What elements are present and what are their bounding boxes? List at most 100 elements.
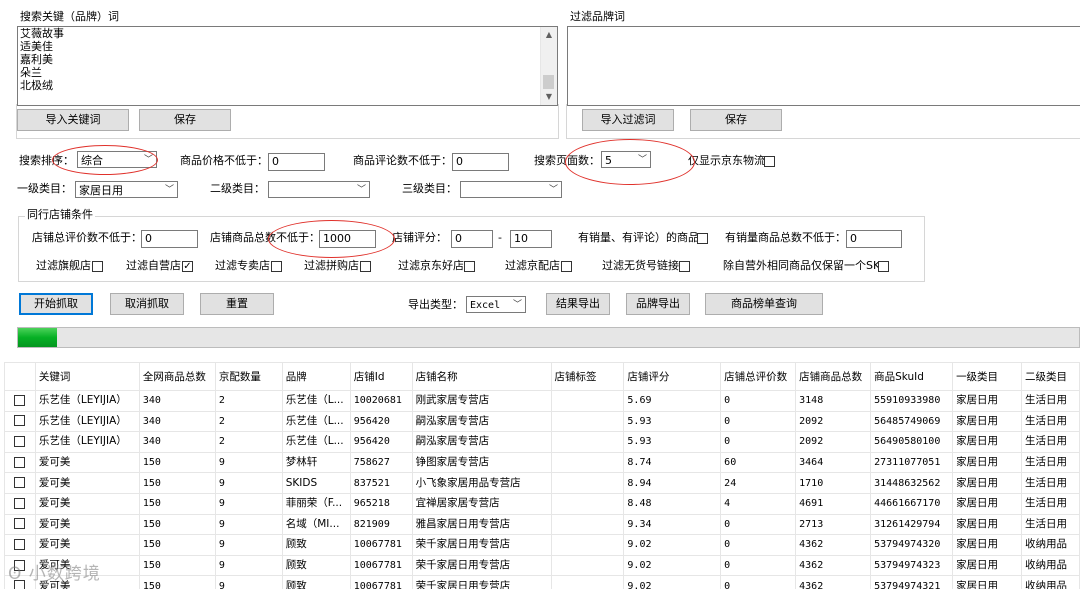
export-type-select[interactable]: Excel ﹀ <box>466 296 526 313</box>
table-row[interactable]: 爱可美 150 9 菲丽荣（F... 965218 宜禅居家居专营店 8.48 4 4691 44… <box>4 492 1080 515</box>
table-cell: 名域（MI... <box>281 513 351 536</box>
table-row[interactable]: 爱可美 150 9 顾致 10067781 荣千家居日用专营店 9.02 0 4362 53794… <box>4 534 1080 556</box>
table-row[interactable]: 爱可美 150 9 顾致 10067781 荣千家居日用专营店 9.02 0 4362 53794… <box>4 554 1080 577</box>
filter-no-sku-checkbox[interactable] <box>679 261 690 272</box>
save-filter-words-button[interactable]: 保存 <box>690 109 782 131</box>
keyword-list-item[interactable]: 艾薇故事 <box>18 27 557 40</box>
import-keywords-button[interactable]: 导入关键词 <box>17 109 129 131</box>
table-row[interactable]: 乐艺佳（LEYIJIA） 340 2 乐艺佳（L... 956420 嗣泓家居专营店 5.9… <box>4 410 1080 433</box>
row-checkbox[interactable] <box>14 435 26 447</box>
start-crawl-button[interactable]: 开始抓取 <box>19 293 93 315</box>
export-type-label: 导出类型： <box>408 298 463 311</box>
results-grid[interactable]: 关键词 全网商品总数 京配数量 品牌 店铺Id 店铺名称 店铺标签 店铺评分 店铺总评价数 店铺商… <box>4 362 1080 589</box>
column-header[interactable]: 商品SkuId <box>870 362 954 391</box>
table-cell: 4362 <box>795 554 872 577</box>
row-checkbox[interactable] <box>14 415 26 427</box>
filter-jd-delivery-checkbox[interactable] <box>561 261 572 272</box>
export-brands-button[interactable]: 品牌导出 <box>626 293 690 315</box>
row-select-cell <box>4 534 36 556</box>
column-header[interactable]: 品牌 <box>281 362 351 391</box>
filter-jd-good-shop-checkbox[interactable] <box>464 261 475 272</box>
table-cell: 150 <box>138 534 216 556</box>
chevron-down-icon: ﹀ <box>164 185 174 195</box>
table-cell: 0 <box>720 431 797 453</box>
keep-one-sku-checkbox[interactable] <box>878 261 889 272</box>
keyword-list-item[interactable]: 北极绒 <box>18 79 557 92</box>
has-sales-checkbox[interactable] <box>697 233 708 244</box>
column-header[interactable]: 店铺标签 <box>550 362 625 391</box>
keywords-listbox[interactable]: 艾薇故事 适美佳 嘉利美 朵兰 北极绒 ▲ ▼ <box>17 26 558 106</box>
table-cell: 4691 <box>795 492 872 515</box>
save-keywords-button[interactable]: 保存 <box>139 109 231 131</box>
reset-button[interactable]: 重置 <box>200 293 274 315</box>
keywords-scrollbar[interactable]: ▲ ▼ <box>540 27 557 105</box>
scroll-thumb[interactable] <box>543 75 554 89</box>
row-checkbox[interactable] <box>14 477 26 489</box>
column-header[interactable]: 一级类目 <box>952 362 1022 391</box>
product-list-query-button[interactable]: 商品榜单查询 <box>705 293 823 315</box>
filter-group-buy-checkbox[interactable] <box>360 261 371 272</box>
table-row[interactable]: 爱可美 150 9 顾致 10067781 荣千家居日用专营店 9.02 0 4362 53794… <box>4 575 1080 589</box>
row-checkbox[interactable] <box>14 518 26 530</box>
column-header[interactable]: 全网商品总数 <box>138 362 216 391</box>
level1-category-select[interactable]: 家居日用 ﹀ <box>75 181 178 198</box>
table-cell: 生活日用 <box>1020 472 1080 494</box>
row-checkbox[interactable] <box>14 497 26 509</box>
table-cell: 0 <box>720 513 797 536</box>
min-price-input[interactable]: 0 <box>268 153 325 171</box>
column-header[interactable]: 关键词 <box>34 362 140 391</box>
shop-score-min-input[interactable]: 0 <box>451 230 493 248</box>
shop-total-reviews-input[interactable]: 0 <box>141 230 198 248</box>
table-cell: SKIDS <box>281 472 351 494</box>
export-results-button[interactable]: 结果导出 <box>546 293 610 315</box>
scroll-down-icon[interactable]: ▼ <box>541 89 557 105</box>
column-header[interactable]: 店铺名称 <box>411 362 552 391</box>
watermark-logo-icon: ʘ <box>8 564 29 584</box>
column-header[interactable]: 店铺总评价数 <box>720 362 797 391</box>
table-row[interactable]: 乐艺佳（LEYIJIA） 340 2 乐艺佳（L... 956420 嗣泓家居专营店 5.9… <box>4 431 1080 453</box>
level2-category-select[interactable]: ﹀ <box>268 181 370 198</box>
table-cell: 生活日用 <box>1020 492 1080 515</box>
table-cell: 爱可美 <box>34 472 140 494</box>
table-cell: 小飞象家居用品专营店 <box>411 472 552 494</box>
table-cell: 家居日用 <box>952 554 1022 577</box>
shop-score-max-input[interactable]: 10 <box>510 230 552 248</box>
keyword-list-item[interactable]: 朵兰 <box>18 66 557 79</box>
keep-one-sku-label: 除自营外相同商品仅保留一个SKU <box>723 259 888 272</box>
column-header[interactable]: 店铺Id <box>349 362 413 391</box>
column-header[interactable]: 二级类目 <box>1020 362 1080 391</box>
table-row[interactable]: 爱可美 150 9 名域（MI... 821909 雅昌家居日用专营店 9.34 0 2713 3… <box>4 513 1080 536</box>
level3-category-select[interactable]: ﹀ <box>460 181 562 198</box>
table-row[interactable]: 爱可美 150 9 梦林轩 758627 铮图家居专营店 8.74 60 3464 2731107… <box>4 451 1080 474</box>
keyword-list-item[interactable]: 适美佳 <box>18 40 557 53</box>
column-header[interactable]: 店铺商品总数 <box>795 362 872 391</box>
import-filter-words-button[interactable]: 导入过滤词 <box>582 109 674 131</box>
scroll-up-icon[interactable]: ▲ <box>541 27 557 43</box>
highlight-sort-ellipse <box>52 145 158 175</box>
filter-self-operated-checkbox[interactable]: ✓ <box>182 261 193 272</box>
table-row[interactable]: 乐艺佳（LEYIJIA） 340 2 乐艺佳（L... 10020681 刚武家居专营店 5… <box>4 390 1080 412</box>
min-sales-products-input[interactable]: 0 <box>846 230 902 248</box>
table-row[interactable]: 爱可美 150 9 SKIDS 837521 小飞象家居用品专营店 8.94 24 1710 31… <box>4 472 1080 494</box>
cancel-crawl-button[interactable]: 取消抓取 <box>110 293 184 315</box>
table-cell: 生活日用 <box>1020 513 1080 536</box>
column-header[interactable]: 京配数量 <box>214 362 283 391</box>
row-checkbox[interactable] <box>14 394 26 406</box>
filter-brands-listbox[interactable] <box>567 26 1080 106</box>
filter-jd-good-shop-label: 过滤京东好店 <box>398 259 464 272</box>
table-cell: 生活日用 <box>1020 410 1080 433</box>
filter-flagship-checkbox[interactable] <box>92 261 103 272</box>
table-cell: 家居日用 <box>952 492 1022 515</box>
select-all-column-header[interactable] <box>4 362 36 391</box>
keyword-list-item[interactable]: 嘉利美 <box>18 53 557 66</box>
filter-group-buy-label: 过滤拼购店 <box>304 259 359 272</box>
min-reviews-input[interactable]: 0 <box>452 153 509 171</box>
column-header[interactable]: 店铺评分 <box>623 362 722 391</box>
table-cell: 10067781 <box>349 554 413 577</box>
row-checkbox[interactable] <box>14 538 26 550</box>
filter-specialty-checkbox[interactable] <box>271 261 282 272</box>
jd-logistics-checkbox[interactable] <box>764 156 775 167</box>
filter-self-operated-label: 过滤自营店 <box>126 259 181 272</box>
row-checkbox[interactable] <box>14 456 26 468</box>
table-cell: 150 <box>138 451 216 474</box>
